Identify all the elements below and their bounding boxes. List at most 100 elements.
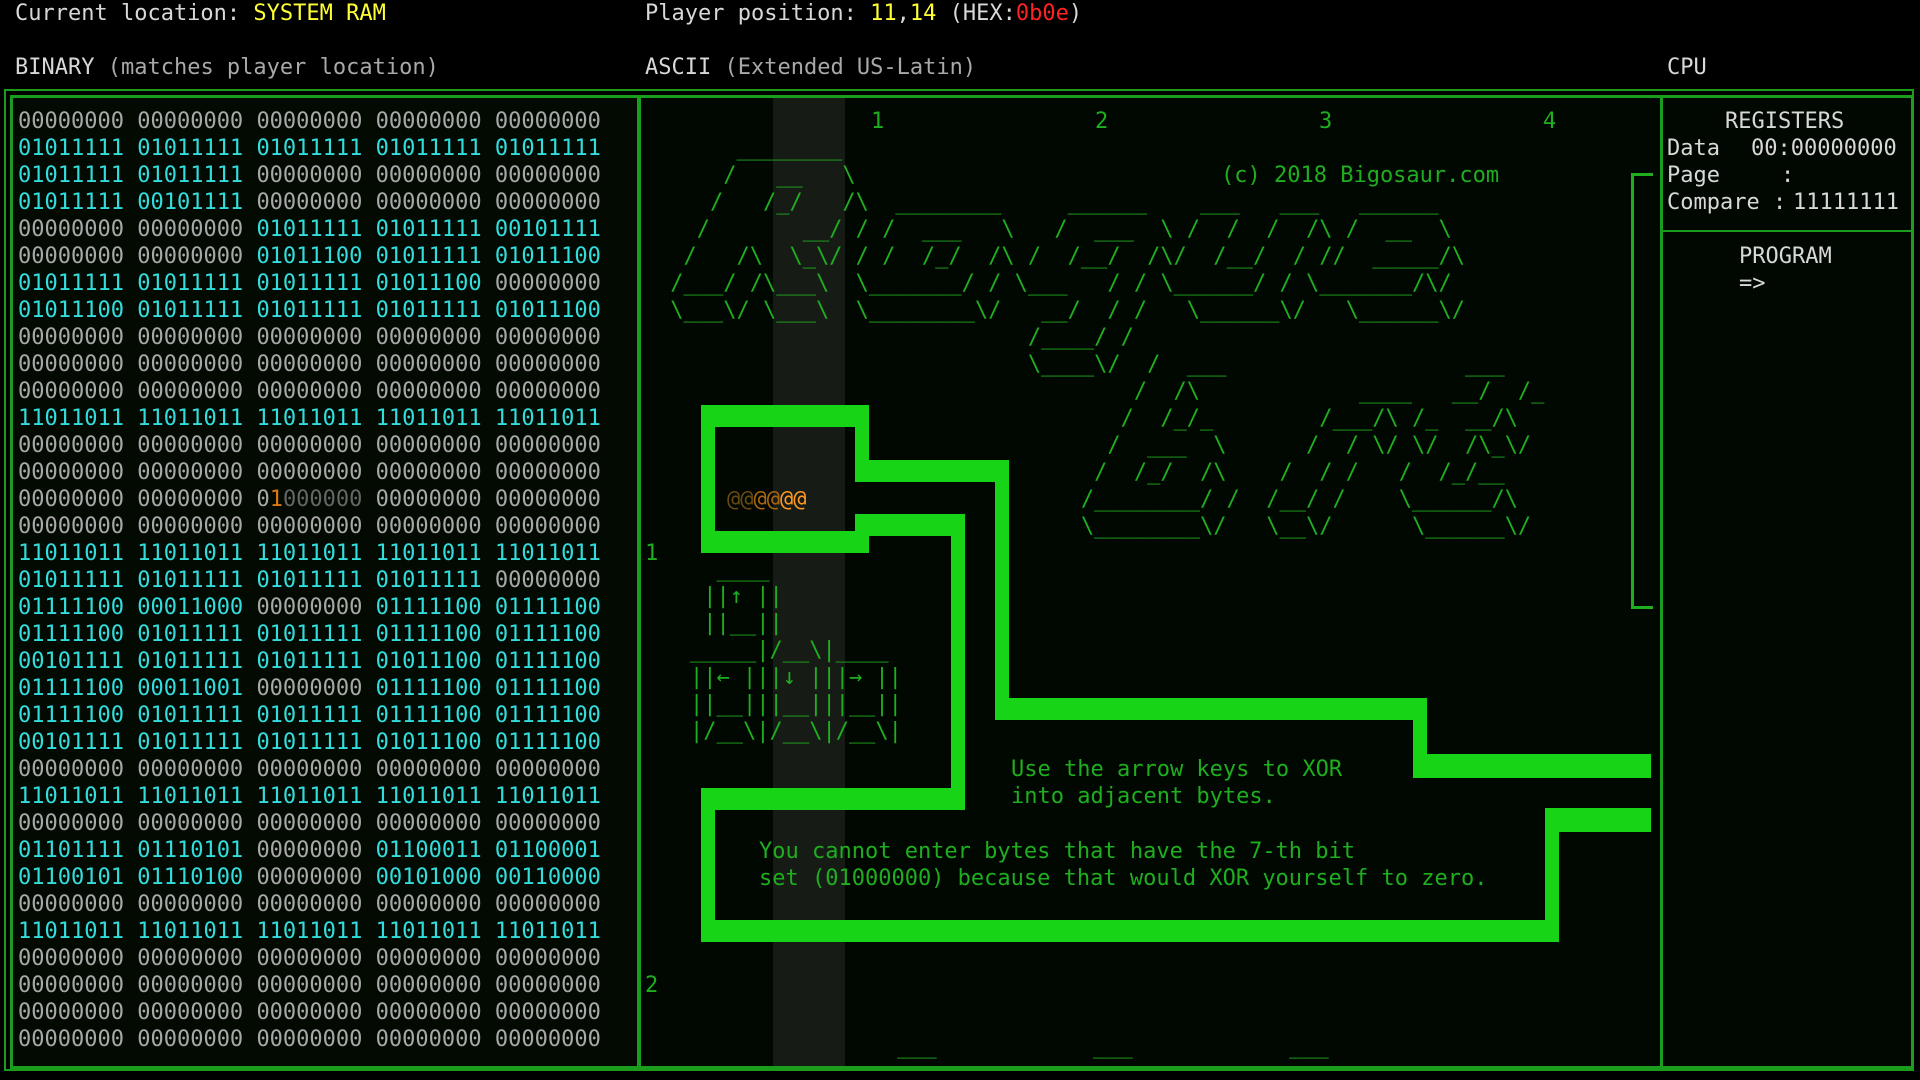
binary-byte: 00000000 — [375, 973, 482, 998]
binary-byte: 00000000 — [18, 1027, 124, 1052]
binary-byte: 00000000 — [494, 973, 601, 998]
floor-mark: ___ — [1289, 1034, 1329, 1059]
cpu-divider — [1663, 230, 1911, 232]
binary-byte: 00000000 — [494, 757, 601, 782]
player-sprite: @@@@@@ — [727, 487, 807, 512]
position-readout: Player position: 11,14 (HEX:0b0e) — [645, 0, 1082, 27]
binary-byte: 01100001 — [494, 838, 601, 863]
binary-byte: 01011111 — [137, 163, 244, 188]
binary-byte: 01011111 — [375, 298, 482, 323]
binary-byte: 01011111 — [256, 622, 363, 647]
ascii-title: ASCII — [645, 55, 712, 80]
binary-row: 00000000 00000000 00000000 00000000 0000… — [18, 810, 601, 837]
column-marker-1: 1 — [871, 109, 885, 134]
binary-byte: 00000000 — [137, 946, 244, 971]
column-marker-2: 2 — [1095, 109, 1109, 134]
binary-byte: 01011100 — [494, 298, 601, 323]
binary-byte: 01111100 — [494, 676, 601, 701]
binary-byte: 01011111 — [494, 136, 601, 161]
binary-byte: 00000000 — [256, 460, 363, 485]
binary-byte: 00000000 — [18, 973, 124, 998]
binary-byte: 01111100 — [494, 595, 601, 620]
binary-byte: 01101111 — [18, 838, 124, 863]
compare-register-label: Compare : — [1667, 190, 1787, 215]
binary-byte: 01011111 — [18, 568, 124, 593]
binary-row: 01011111 01011111 01011111 01011111 0000… — [18, 567, 601, 594]
binary-section-title: BINARY (matches player location) — [15, 54, 439, 81]
binary-byte: 01011100 — [375, 271, 482, 296]
maze-wall — [701, 405, 715, 545]
binary-byte: 11011011 — [494, 784, 601, 809]
binary-row: 00000000 00000000 00000000 00000000 0000… — [18, 1026, 601, 1053]
binary-byte: 00000000 — [18, 1000, 124, 1025]
binary-row: 00000000 00000000 00000000 00000000 0000… — [18, 972, 601, 999]
binary-byte: 01111100 — [494, 730, 601, 755]
hint-bit-line-2: set (01000000) because that would XOR yo… — [759, 866, 1488, 891]
binary-byte: 00101111 — [494, 217, 601, 242]
binary-byte: 00101111 — [18, 649, 124, 674]
binary-byte: 00000000 — [494, 460, 601, 485]
binary-byte: 00000000 — [137, 379, 244, 404]
binary-row: 01011111 01011111 01011111 01011100 0000… — [18, 270, 601, 297]
binary-byte: 01111100 — [375, 595, 482, 620]
binary-row: 01011111 01011111 00000000 00000000 0000… — [18, 162, 601, 189]
binary-row: 01011111 00101111 00000000 00000000 0000… — [18, 189, 601, 216]
binary-row: 01011100 01011111 01011111 01011111 0101… — [18, 297, 601, 324]
binary-byte: 00000000 — [137, 1000, 244, 1025]
binary-byte: 01111100 — [18, 595, 124, 620]
binary-byte: 01011111 — [375, 217, 482, 242]
binary-byte: 00000000 — [137, 757, 244, 782]
binary-byte: 00000000 — [18, 460, 124, 485]
binary-byte: 00000000 — [137, 811, 244, 836]
ascii-section-title: ASCII (Extended US-Latin) — [645, 54, 976, 81]
binary-byte: 00000000 — [375, 1000, 482, 1025]
binary-byte: 00000000 — [256, 946, 363, 971]
binary-byte: 00000000 — [256, 865, 363, 890]
binary-row: 00000000 00000000 00000000 00000000 0000… — [18, 891, 601, 918]
binary-byte: 00000000 — [375, 514, 482, 539]
binary-byte: 00000000 — [256, 190, 363, 215]
binary-byte: 11011011 — [18, 919, 124, 944]
binary-byte: 00000000 — [18, 244, 124, 269]
binary-byte: 00000000 — [375, 190, 482, 215]
binary-panel: 00000000 00000000 00000000 00000000 0000… — [10, 95, 640, 1069]
binary-byte: 01011111 — [137, 649, 244, 674]
binary-row: 00000000 00000000 00000000 00000000 0000… — [18, 945, 601, 972]
binary-row: 11011011 11011011 11011011 11011011 1101… — [18, 540, 601, 567]
ascii-subtitle: (Extended US-Latin) — [711, 55, 977, 80]
maze-wall — [701, 788, 965, 810]
binary-byte: 11011011 — [375, 919, 482, 944]
binary-byte: 01011100 — [256, 244, 363, 269]
binary-byte: 00000000 — [375, 811, 482, 836]
binary-byte: 01011100 — [494, 244, 601, 269]
edge-bracket — [1631, 173, 1634, 609]
binary-byte: 00000000 — [375, 757, 482, 782]
binary-byte: 00000000 — [137, 514, 244, 539]
binary-byte: 00000000 — [494, 352, 601, 377]
binary-row: 01111100 01011111 01011111 01111100 0111… — [18, 621, 601, 648]
binary-byte: 01111100 — [494, 703, 601, 728]
column-marker-3: 3 — [1319, 109, 1333, 134]
position-x: 11 — [870, 1, 897, 26]
binary-byte: 00000000 — [256, 595, 363, 620]
row-marker-1: 1 — [645, 541, 659, 566]
binary-byte: 01011111 — [256, 703, 363, 728]
binary-byte: 01100101 — [18, 865, 124, 890]
binary-byte: 00000000 — [375, 163, 482, 188]
binary-byte: 00000000 — [18, 892, 124, 917]
binary-byte: 01011111 — [18, 190, 124, 215]
binary-row: 00000000 00000000 01011100 01011111 0101… — [18, 243, 601, 270]
compare-register-value: 11111111 — [1793, 190, 1899, 215]
binary-byte: 11011011 — [137, 541, 244, 566]
hint-arrows-line-1: Use the arrow keys to XOR — [1011, 757, 1343, 782]
binary-byte: 00011000 — [137, 595, 244, 620]
binary-byte: 00000000 — [494, 946, 601, 971]
binary-byte: 11011011 — [256, 541, 363, 566]
maze-wall — [855, 460, 1009, 482]
binary-byte: 00000000 — [18, 109, 124, 134]
binary-byte: 01011111 — [18, 136, 124, 161]
binary-byte: 00000000 — [18, 379, 124, 404]
binary-byte: 00000000 — [494, 271, 601, 296]
binary-byte: 00000000 — [256, 109, 363, 134]
binary-row: 01011111 01011111 01011111 01011111 0101… — [18, 135, 601, 162]
